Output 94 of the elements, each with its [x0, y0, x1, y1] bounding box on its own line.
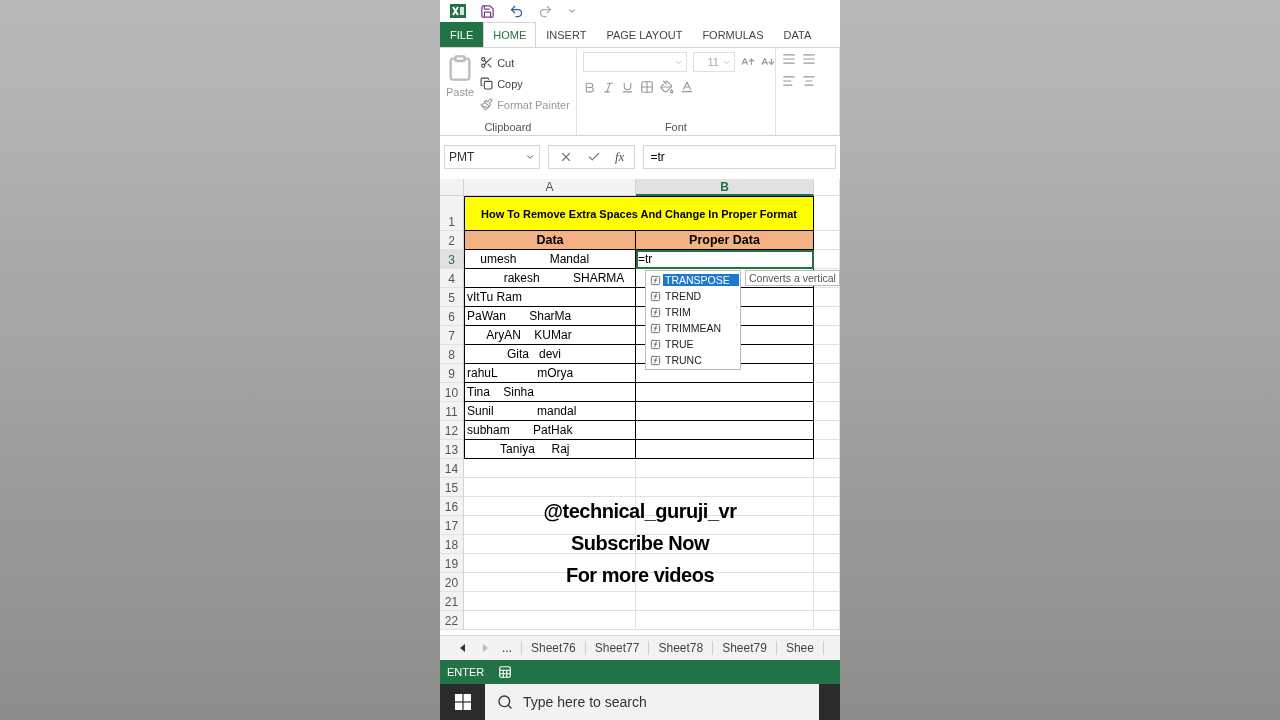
- next-sheet-icon[interactable]: [483, 644, 488, 652]
- paintbrush-icon: [480, 98, 494, 111]
- overlay-caption: Subscribe Now: [571, 532, 709, 555]
- function-suggestion[interactable]: TRIMMEAN: [647, 320, 739, 336]
- row-number: 12: [440, 421, 464, 440]
- font-color-icon[interactable]: [679, 80, 694, 94]
- row-number: 18: [440, 535, 464, 554]
- italic-icon[interactable]: [601, 80, 615, 94]
- name-box[interactable]: PMT: [444, 144, 540, 169]
- align-top-icon[interactable]: [781, 52, 796, 66]
- title-cell: How To Remove Extra Spaces And Change In Proper Format: [464, 196, 814, 231]
- row-number: 19: [440, 554, 464, 573]
- row-number: 7: [440, 326, 464, 345]
- function-icon: [650, 274, 661, 286]
- more-sheets-button[interactable]: ...: [502, 641, 522, 655]
- function-icon: [650, 354, 661, 366]
- sheet-icon: [498, 665, 513, 679]
- redo-icon[interactable]: [538, 3, 553, 19]
- insert-function-button[interactable]: fx: [615, 148, 625, 165]
- scissors-icon: [480, 56, 494, 69]
- ribbon-tab[interactable]: FILE: [440, 22, 484, 47]
- header-cell: Data: [464, 231, 636, 250]
- table-cell: PaWan SharMa: [464, 307, 636, 326]
- row-number: 15: [440, 478, 464, 497]
- table-cell: Sunil mandal: [464, 402, 636, 421]
- sheet-tab[interactable]: Shee: [776, 641, 824, 655]
- customize-toolbar-icon[interactable]: [567, 6, 577, 16]
- row-number: 3: [440, 250, 464, 269]
- function-icon: [650, 322, 661, 334]
- row-number: 1: [440, 196, 464, 231]
- function-tooltip: Converts a vertical: [745, 270, 840, 286]
- row-number: 13: [440, 440, 464, 459]
- search-icon: [497, 694, 513, 710]
- taskbar-search-field[interactable]: Type here to search: [485, 684, 819, 720]
- row-number: 20: [440, 573, 464, 592]
- underline-icon[interactable]: [620, 80, 634, 94]
- function-suggestion[interactable]: TRUNC: [647, 352, 739, 368]
- align-middle-icon[interactable]: [801, 52, 816, 66]
- align-left-icon[interactable]: [781, 74, 796, 88]
- table-cell: rahuL mOrya: [464, 364, 636, 383]
- function-suggestion[interactable]: TRUE: [647, 336, 739, 352]
- borders-icon[interactable]: [639, 80, 654, 94]
- row-number: 17: [440, 516, 464, 535]
- copy-button[interactable]: Copy: [480, 73, 570, 94]
- status-mode: ENTER: [447, 666, 485, 678]
- row-number: 9: [440, 364, 464, 383]
- table-cell: Taniya Raj: [464, 440, 636, 459]
- table-cell: subham PatHak: [464, 421, 636, 440]
- sheet-tab[interactable]: Sheet76: [522, 641, 586, 655]
- header-cell: Proper Data: [636, 231, 814, 250]
- function-icon: [650, 338, 661, 350]
- row-number: 2: [440, 231, 464, 250]
- sheet-tab[interactable]: Sheet79: [713, 641, 777, 655]
- function-icon: [650, 290, 661, 302]
- copy-icon: [480, 77, 494, 90]
- sheet-tab[interactable]: Sheet77: [585, 641, 650, 655]
- row-number: 14: [440, 459, 464, 478]
- row-number: 21: [440, 592, 464, 611]
- table-cell: Tina Sinha: [464, 383, 636, 402]
- function-icon: [650, 306, 661, 318]
- table-cell: Gita devi: [464, 345, 636, 364]
- row-number: 4: [440, 269, 464, 288]
- row-number: 8: [440, 345, 464, 364]
- overlay-caption: For more videos: [565, 564, 715, 587]
- table-cell: rakesh SHARMA: [464, 269, 636, 288]
- table-cell: =tr: [636, 250, 814, 269]
- group-label: Clipboard: [483, 121, 533, 133]
- formula-input[interactable]: =tr: [643, 144, 836, 169]
- row-number: 6: [440, 307, 464, 326]
- row-number: 11: [440, 402, 464, 421]
- previous-sheet-icon[interactable]: [460, 644, 465, 652]
- group-label: Font: [663, 121, 688, 133]
- column-header[interactable]: A: [464, 179, 636, 196]
- row-number: 16: [440, 497, 464, 516]
- function-suggestion[interactable]: TRIM: [647, 304, 739, 320]
- overlay-caption: @technical_guruji_vr: [543, 500, 737, 523]
- windows-start-icon[interactable]: [454, 694, 471, 710]
- save-icon[interactable]: [480, 3, 495, 19]
- row-number: 10: [440, 383, 464, 402]
- column-header[interactable]: B: [636, 179, 814, 196]
- fill-color-icon[interactable]: [659, 80, 674, 94]
- font-name-field[interactable]: [582, 52, 687, 72]
- align-center-icon[interactable]: [801, 74, 816, 88]
- sheet-tab[interactable]: Sheet78: [649, 641, 714, 655]
- ribbon-tab[interactable]: HOME: [483, 22, 537, 47]
- function-suggestion[interactable]: TREND: [647, 288, 739, 304]
- row-number: 5: [440, 288, 464, 307]
- cut-button[interactable]: Cut: [480, 52, 570, 73]
- spreadsheet-app-icon[interactable]: [450, 3, 466, 19]
- table-cell: umesh Mandal: [464, 250, 636, 269]
- table-cell: AryAN KUMar: [464, 326, 636, 345]
- row-number: 22: [440, 611, 464, 630]
- undo-icon[interactable]: [509, 3, 524, 19]
- table-cell: vItTu Ram: [464, 288, 636, 307]
